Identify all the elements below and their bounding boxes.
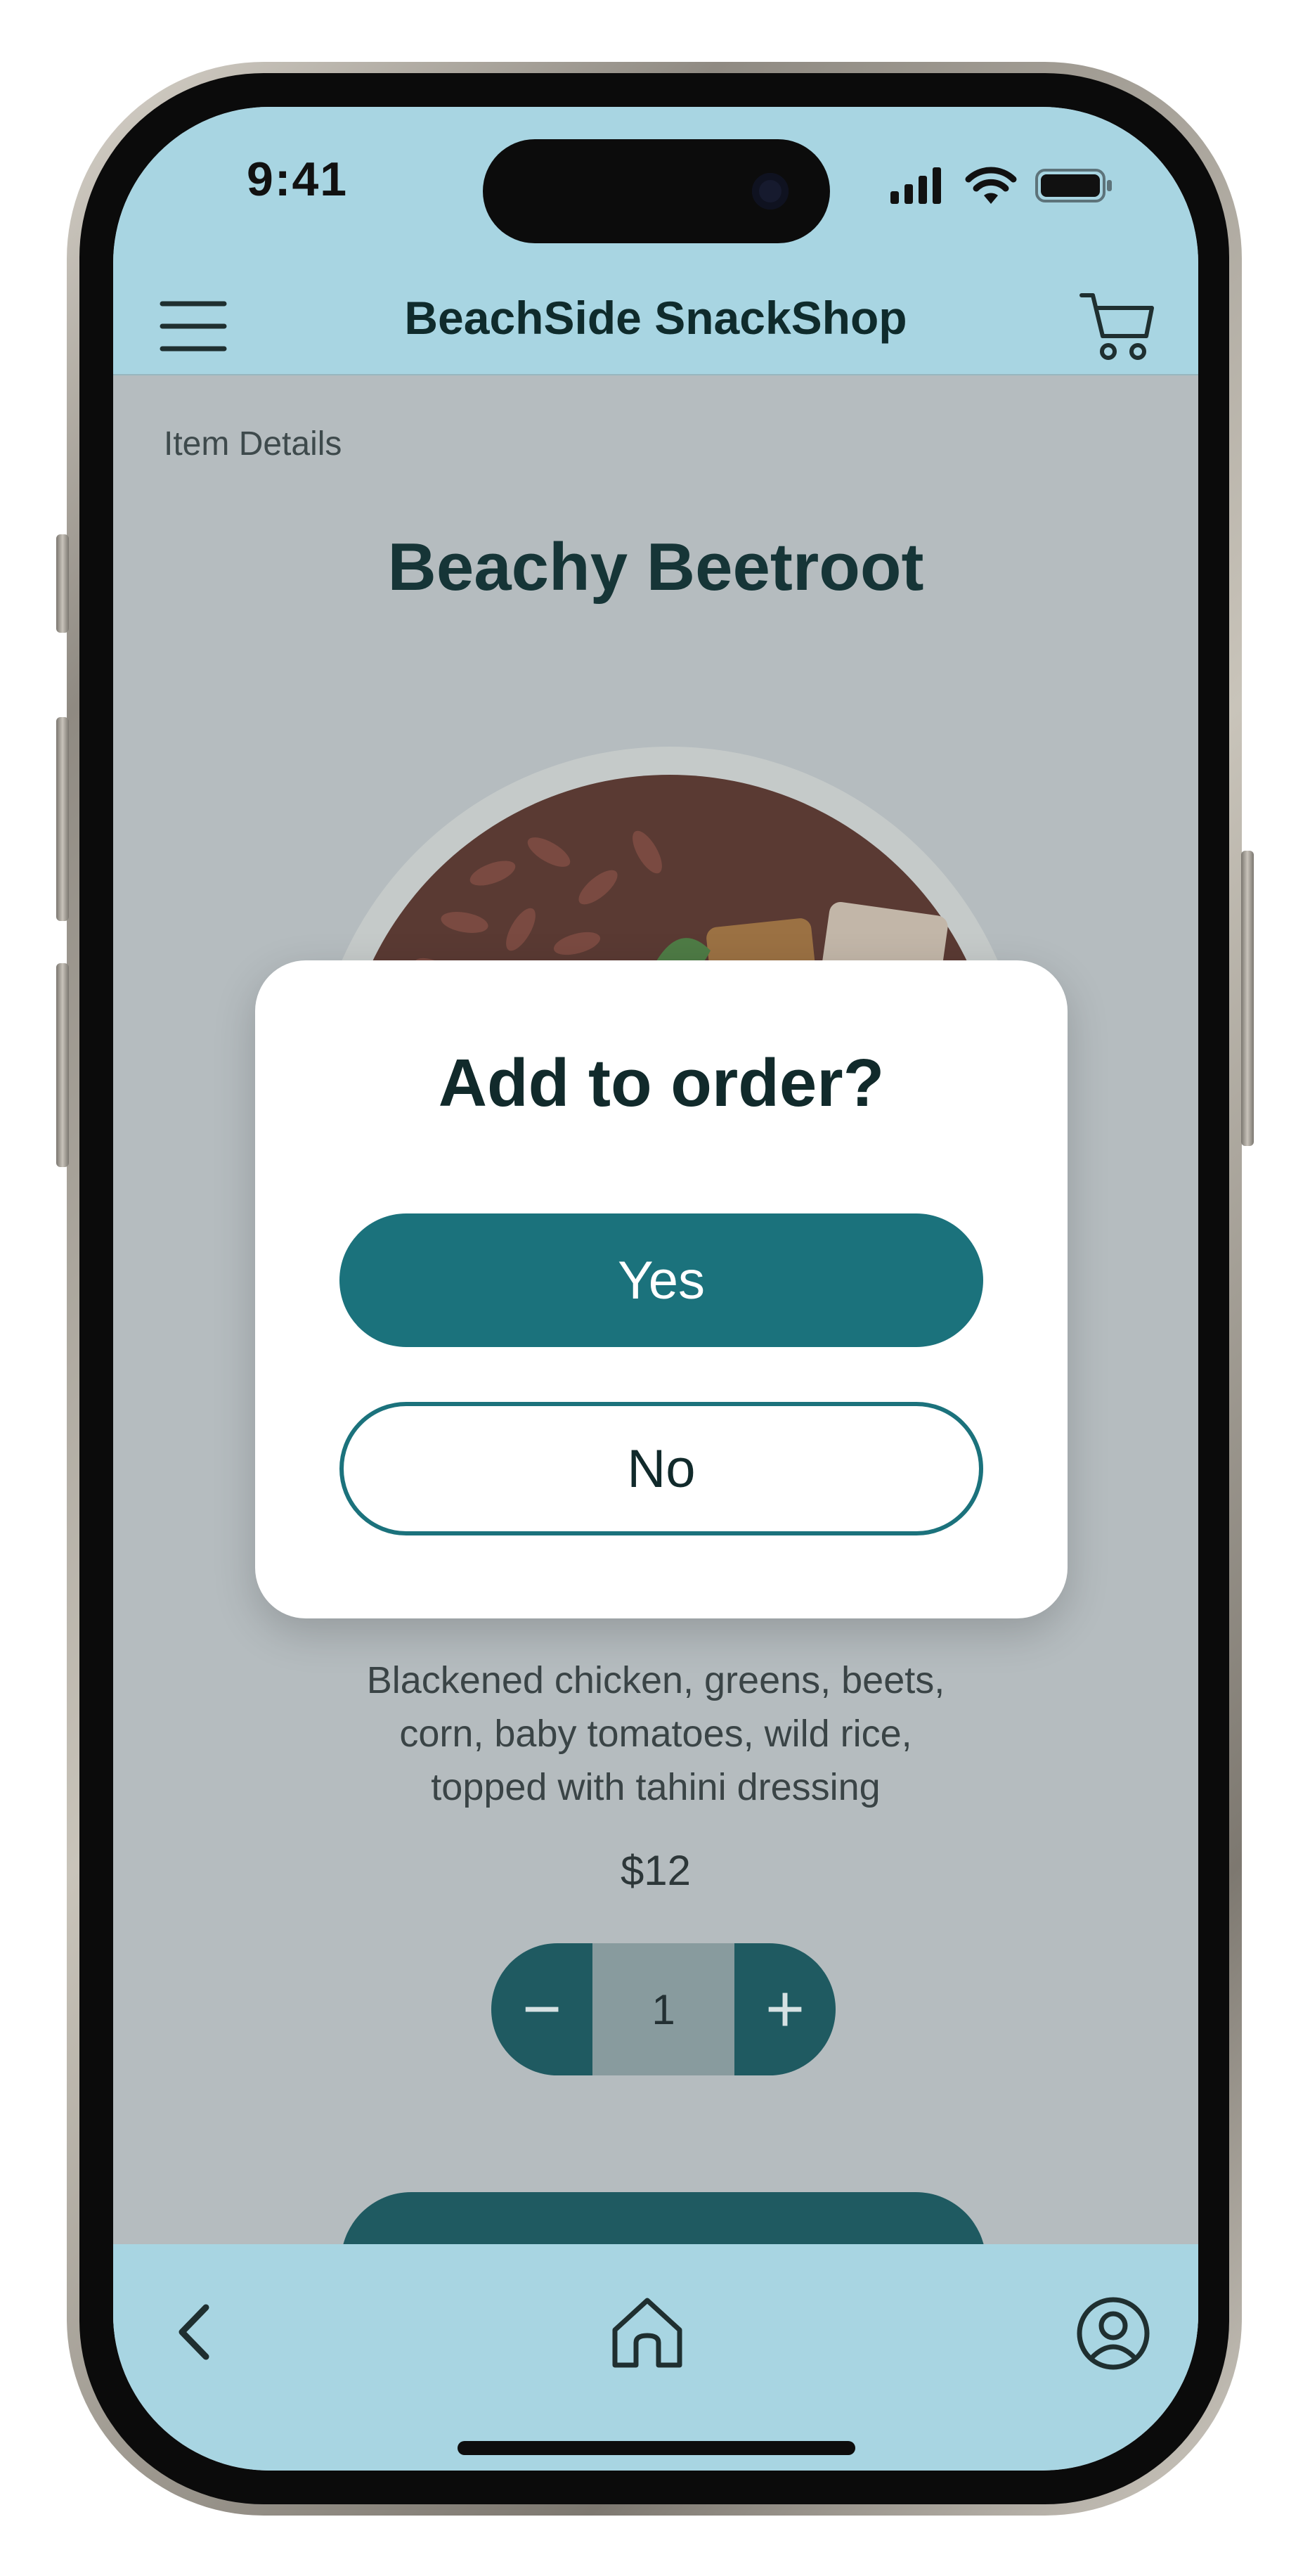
cart-button[interactable] [1079, 290, 1156, 364]
item-title: Beachy Beetroot [387, 529, 924, 605]
cellular-signal-icon [890, 167, 941, 204]
home-button[interactable] [605, 2291, 689, 2375]
bottom-tab-bar [113, 2244, 1198, 2471]
app-header: BeachSide SnackShop [113, 269, 1198, 374]
cart-icon [1079, 293, 1154, 360]
quantity-value: 1 [592, 1943, 734, 2075]
breadcrumb: Item Details [164, 425, 342, 463]
battery-icon [1035, 169, 1112, 202]
side-button-left-3 [56, 963, 69, 1167]
yes-button[interactable]: Yes [339, 1213, 983, 1347]
side-button-left-2 [56, 717, 69, 921]
app-title: BeachSide SnackShop [404, 292, 907, 344]
phone-screen: 9:41 BeachSide SnackShop Item Details Be… [113, 107, 1198, 2471]
front-camera [752, 173, 789, 210]
quantity-stepper: − 1 + [491, 1943, 836, 2075]
back-button[interactable] [155, 2293, 233, 2371]
home-indicator [458, 2441, 855, 2455]
chevron-left-icon [179, 2304, 209, 2360]
item-description: Blackened chicken, greens, beets, corn, … [366, 1659, 945, 1808]
add-to-order-dialog: Add to order? Yes No [255, 960, 1068, 1618]
status-icons [890, 166, 1114, 205]
side-button-right [1241, 851, 1254, 1146]
home-icon [612, 2298, 682, 2368]
dialog-title: Add to order? [438, 1045, 885, 1121]
no-button[interactable]: No [339, 1402, 983, 1535]
wifi-icon [965, 167, 1017, 204]
profile-button[interactable] [1075, 2295, 1152, 2372]
status-time: 9:41 [247, 153, 349, 206]
item-price: $12 [620, 1847, 692, 1894]
profile-icon [1077, 2297, 1150, 2370]
side-button-left-1 [56, 534, 69, 633]
